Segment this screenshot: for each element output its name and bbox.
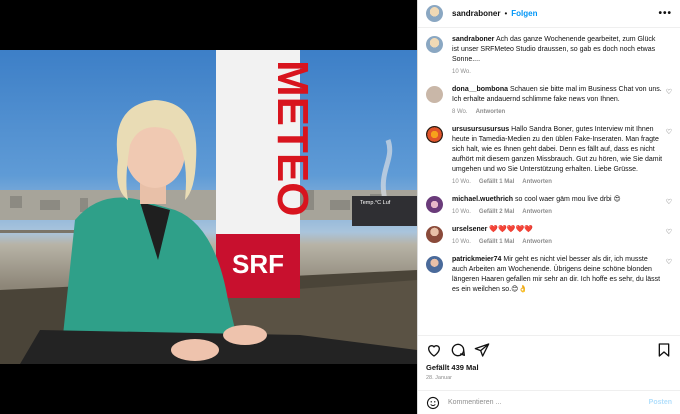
comment-avatar[interactable] (426, 126, 443, 143)
comment-username[interactable]: patrickmeier74 (452, 256, 501, 263)
follow-button[interactable]: Folgen (511, 9, 537, 18)
comment-likes[interactable]: Gefällt 1 Mal (479, 179, 514, 185)
post-photo[interactable]: METEO SRF Temp.°C Luf (0, 50, 417, 364)
header-separator: • (504, 9, 508, 18)
post-date: 28. Januar (426, 375, 452, 381)
comment-item: urselsener ❤️❤️❤️❤️❤️ 10 Wo. Gefällt 1 Ma… (426, 225, 672, 245)
like-comment-icon[interactable]: ♡ (666, 128, 672, 136)
reply-button[interactable]: Antworten (522, 179, 552, 185)
comment-age: 10 Wo. (452, 239, 471, 245)
like-comment-icon[interactable]: ♡ (666, 228, 672, 236)
meteo-sign-text: METEO (268, 60, 317, 216)
action-bar (418, 335, 680, 363)
comment-avatar[interactable] (426, 226, 443, 243)
comments-list[interactable]: sandraboner Ach das ganze Wochenende gea… (418, 29, 680, 334)
comment-text: michael.wuethrich so cool waer gäm mou l… (452, 195, 664, 205)
reply-button[interactable]: Antworten (476, 109, 506, 115)
person-hand-right (223, 325, 267, 345)
emoji-icon[interactable] (426, 396, 440, 410)
more-options-icon[interactable]: ••• (658, 8, 672, 19)
like-comment-icon[interactable]: ♡ (666, 88, 672, 96)
comment-username[interactable]: michael.wuethrich (452, 196, 513, 203)
comment-text: dona__bombona Schauen sie bitte mal im B… (452, 85, 664, 105)
add-comment-bar: Kommentieren ... Posten (418, 390, 680, 414)
share-paper-plane-icon[interactable] (474, 342, 490, 358)
person-hand-left (171, 339, 219, 361)
author-username[interactable]: sandraboner (452, 9, 500, 18)
comment-body: so cool waer gäm mou live drbi 😍 (515, 196, 621, 203)
station-label: Temp.°C Luf (360, 200, 391, 206)
comment-age: 10 Wo. (452, 179, 471, 185)
post-media: METEO SRF Temp.°C Luf (0, 0, 417, 414)
comment-text: patrickmeier74 Mir geht es nicht viel be… (452, 255, 664, 295)
caption-username[interactable]: sandraboner (452, 36, 494, 43)
caption-age: 10 Wo. (452, 69, 471, 75)
srf-logo-text: SRF (232, 249, 284, 279)
comment-avatar[interactable] (426, 256, 443, 273)
photo-scene: METEO SRF Temp.°C Luf (0, 50, 417, 364)
caption-avatar[interactable] (426, 36, 443, 53)
comment-item: patrickmeier74 Mir geht es nicht viel be… (426, 255, 672, 295)
comment-item: ursusursusursus Hallo Sandra Boner, gute… (426, 125, 672, 185)
comment-text: ursusursusursus Hallo Sandra Boner, gute… (452, 125, 664, 175)
comment-item: dona__bombona Schauen sie bitte mal im B… (426, 85, 672, 115)
post-panel: sandraboner • Folgen ••• sandraboner Ach… (417, 0, 680, 414)
comment-likes[interactable]: Gefällt 1 Mal (479, 239, 514, 245)
comment-body: Hallo Sandra Boner, gutes Interview mit … (452, 126, 663, 173)
caption-text: sandraboner Ach das ganze Wochenende gea… (452, 35, 664, 65)
reply-button[interactable]: Antworten (522, 209, 552, 215)
post-caption: sandraboner Ach das ganze Wochenende gea… (426, 35, 672, 75)
like-comment-icon[interactable]: ♡ (666, 198, 672, 206)
comment-bubble-icon[interactable] (450, 342, 466, 358)
comment-input[interactable]: Kommentieren ... (448, 399, 501, 406)
comment-username[interactable]: urselsener (452, 226, 487, 233)
reply-button[interactable]: Antworten (522, 239, 552, 245)
comment-text: urselsener ❤️❤️❤️❤️❤️ (452, 225, 664, 235)
post-header: sandraboner • Folgen ••• (418, 0, 680, 28)
comment-username[interactable]: dona__bombona (452, 86, 508, 93)
author-avatar[interactable] (426, 5, 443, 22)
comment-avatar[interactable] (426, 196, 443, 213)
comment-avatar[interactable] (426, 86, 443, 103)
like-comment-icon[interactable]: ♡ (666, 258, 672, 266)
post-comment-button[interactable]: Posten (649, 399, 672, 406)
like-heart-icon[interactable] (426, 342, 442, 358)
comment-age: 10 Wo. (452, 209, 471, 215)
likes-count[interactable]: Gefällt 439 Mal (426, 363, 479, 372)
comment-age: 8 Wo. (452, 109, 468, 115)
comment-username[interactable]: ursusursusursus (452, 126, 509, 133)
comment-likes[interactable]: Gefällt 2 Mal (479, 209, 514, 215)
comment-item: michael.wuethrich so cool waer gäm mou l… (426, 195, 672, 215)
bookmark-icon[interactable] (656, 342, 672, 358)
comment-body: ❤️❤️❤️❤️❤️ (489, 226, 533, 233)
